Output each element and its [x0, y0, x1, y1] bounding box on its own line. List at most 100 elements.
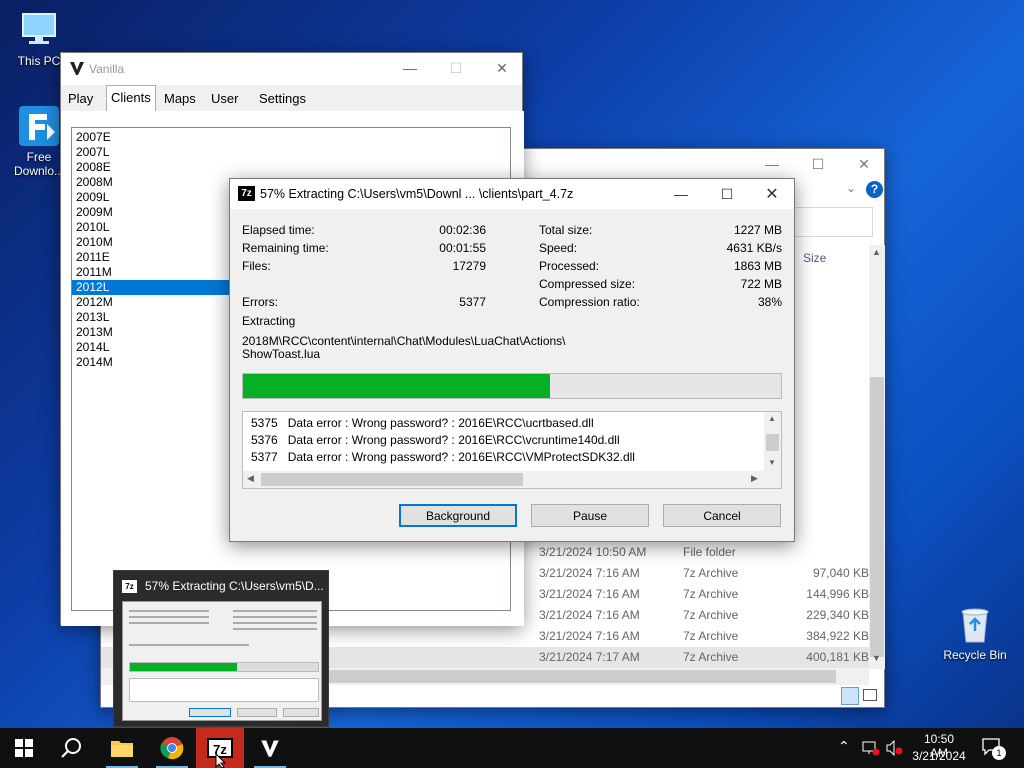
- speed-label: Speed:: [539, 241, 578, 255]
- scroll-thumb[interactable]: [766, 434, 779, 451]
- elapsed-time-value: 00:02:36: [439, 223, 486, 237]
- help-icon[interactable]: ?: [866, 181, 883, 198]
- error-log[interactable]: 5375 Data error : Wrong password? : 2016…: [242, 411, 782, 489]
- compression-ratio-label: Compression ratio:: [539, 295, 640, 309]
- scroll-up-icon[interactable]: ▲: [768, 414, 776, 423]
- progress-bar: [242, 373, 782, 399]
- cell-type: File folder: [683, 545, 736, 559]
- taskbar: 7z ⌃ 10:50 AM 3/21/2024 1: [0, 728, 1024, 768]
- recycle-bin-icon: [953, 602, 997, 646]
- large-icons-view-icon[interactable]: [863, 689, 877, 701]
- show-hidden-icons-chevron-icon[interactable]: ⌃: [838, 738, 850, 755]
- tab-clients[interactable]: Clients: [106, 85, 156, 112]
- taskbar-vanilla[interactable]: [246, 728, 294, 768]
- log-horizontal-scrollbar[interactable]: ◀ ▶: [243, 471, 781, 488]
- minimize-button[interactable]: —: [387, 53, 433, 83]
- close-button[interactable]: ✕: [479, 53, 525, 83]
- scroll-down-icon[interactable]: ▼: [872, 653, 881, 663]
- cell-type: 7z Archive: [683, 587, 739, 601]
- cancel-button[interactable]: Cancel: [663, 504, 781, 527]
- progress-bar-fill: [243, 374, 550, 398]
- windows-logo-icon: [15, 739, 33, 757]
- scroll-thumb[interactable]: [870, 377, 884, 657]
- errors-label: Errors:: [242, 295, 278, 309]
- cell-type: 7z Archive: [683, 650, 739, 664]
- speed-value: 4631 KB/s: [726, 241, 782, 255]
- remaining-time-label: Remaining time:: [242, 241, 329, 255]
- close-button[interactable]: ✕: [841, 149, 887, 179]
- total-size-label: Total size:: [539, 223, 593, 237]
- files-label: Files:: [242, 259, 271, 273]
- tab-user[interactable]: User: [207, 87, 242, 111]
- cell-date: 3/21/2024 10:50 AM: [539, 545, 647, 559]
- background-button[interactable]: Background: [399, 504, 517, 527]
- cell-date: 3/21/2024 7:17 AM: [539, 650, 640, 664]
- tab-play[interactable]: Play: [64, 87, 97, 111]
- taskbar-chrome[interactable]: [148, 728, 196, 768]
- start-button[interactable]: [0, 728, 48, 768]
- cell-size: 384,922 KB: [806, 629, 869, 643]
- cell-size: 97,040 KB: [812, 566, 869, 580]
- network-icon[interactable]: [862, 740, 880, 759]
- list-item[interactable]: 2008E: [72, 160, 510, 175]
- extracting-label: Extracting: [242, 314, 296, 328]
- folder-icon: [111, 741, 133, 757]
- current-file-path: 2018M\RCC\content\internal\Chat\Modules\…: [242, 334, 566, 348]
- scroll-down-icon[interactable]: ▼: [768, 458, 776, 467]
- cell-date: 3/21/2024 7:16 AM: [539, 629, 640, 643]
- chrome-icon: [160, 737, 184, 760]
- 7zip-app-icon: 7z: [238, 186, 255, 201]
- thumbnail-title: 57% Extracting C:\Users\vm5\D...: [145, 579, 323, 593]
- desktop-icon-label: Free Downlo...: [13, 150, 65, 178]
- search-icon: [61, 738, 81, 758]
- errors-value: 5377: [459, 295, 486, 309]
- chevron-down-icon[interactable]: ⌄: [846, 181, 856, 195]
- column-header-size[interactable]: Size: [803, 251, 826, 265]
- list-item[interactable]: 2007E: [72, 130, 510, 145]
- details-view-icon[interactable]: [841, 687, 859, 705]
- search-box[interactable]: [791, 207, 873, 237]
- clock-date[interactable]: 3/21/2024: [909, 749, 969, 763]
- taskbar-file-explorer[interactable]: [98, 728, 146, 768]
- scroll-left-icon[interactable]: ◀: [247, 473, 254, 484]
- window-title: 57% Extracting C:\Users\vm5\Downl ... \c…: [260, 187, 574, 201]
- cell-size: 144,996 KB: [806, 587, 869, 601]
- volume-icon[interactable]: [886, 739, 904, 759]
- taskbar-thumbnail-preview[interactable]: 7z 57% Extracting C:\Users\vm5\D...: [113, 570, 329, 727]
- minimize-button[interactable]: —: [658, 179, 704, 209]
- maximize-button[interactable]: ☐: [433, 53, 479, 83]
- extraction-dialog: 7z 57% Extracting C:\Users\vm5\Downl ...…: [229, 178, 795, 542]
- scroll-up-icon[interactable]: ▲: [872, 247, 881, 257]
- maximize-button[interactable]: ☐: [704, 179, 750, 209]
- window-title: Vanilla: [89, 62, 125, 76]
- download-manager-icon: [17, 104, 61, 148]
- pause-button[interactable]: Pause: [531, 504, 649, 527]
- processed-value: 1863 MB: [733, 259, 782, 273]
- log-vertical-scrollbar[interactable]: ▲ ▼: [764, 412, 781, 471]
- close-button[interactable]: ✕: [749, 179, 795, 209]
- compression-ratio-value: 38%: [757, 295, 782, 309]
- tab-maps[interactable]: Maps: [160, 87, 200, 111]
- cell-type: 7z Archive: [683, 566, 739, 580]
- maximize-button[interactable]: ☐: [795, 149, 841, 179]
- list-item[interactable]: 2007L: [72, 145, 510, 160]
- elapsed-time-label: Elapsed time:: [242, 223, 315, 237]
- vanilla-titlebar[interactable]: Vanilla — ☐ ✕: [61, 53, 522, 85]
- scroll-thumb[interactable]: [261, 473, 523, 486]
- desktop-icon-recycle-bin[interactable]: Recycle Bin: [940, 602, 1010, 662]
- scroll-right-icon[interactable]: ▶: [751, 473, 758, 484]
- minimize-button[interactable]: —: [749, 149, 795, 179]
- mouse-cursor-icon: [215, 752, 227, 768]
- extraction-titlebar[interactable]: 7z 57% Extracting C:\Users\vm5\Downl ...…: [230, 179, 794, 209]
- search-button[interactable]: [48, 728, 96, 768]
- processed-label: Processed:: [539, 259, 600, 273]
- vanilla-logo-icon: [261, 740, 279, 757]
- vertical-scrollbar[interactable]: ▲ ▼: [869, 245, 885, 669]
- 7zip-app-icon: 7z: [122, 580, 137, 593]
- notification-count-badge: 1: [992, 746, 1006, 760]
- action-center-button[interactable]: 1: [982, 738, 1006, 760]
- desktop-icon-label: Recycle Bin: [943, 648, 1007, 662]
- tab-settings[interactable]: Settings: [255, 87, 310, 111]
- log-line: 5377 Data error : Wrong password? : 2016…: [251, 450, 635, 464]
- cell-type: 7z Archive: [683, 608, 739, 622]
